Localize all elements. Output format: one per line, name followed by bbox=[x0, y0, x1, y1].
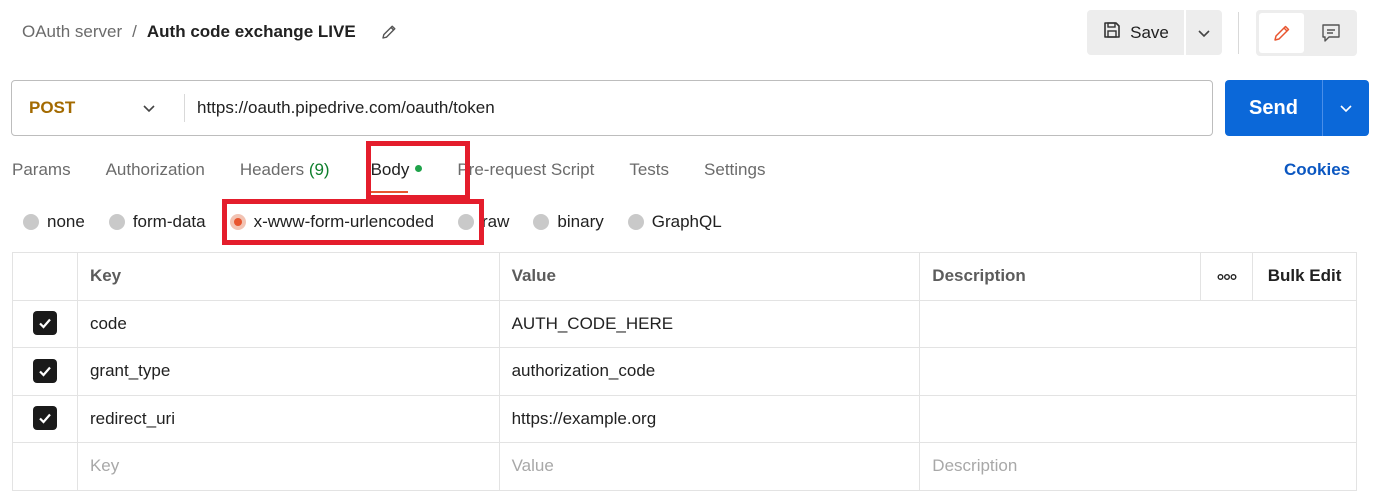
url-bar: POST https://oauth.pipedrive.com/oauth/t… bbox=[11, 80, 1213, 136]
tab-label: Headers bbox=[239, 160, 305, 179]
value-placeholder-input[interactable]: Value bbox=[498, 442, 921, 491]
tab-params[interactable]: Params bbox=[12, 160, 71, 184]
view-mode-toggle bbox=[1256, 10, 1357, 56]
cookies-link[interactable]: Cookies bbox=[1284, 160, 1350, 180]
save-options-button[interactable] bbox=[1186, 10, 1222, 55]
radio-label: GraphQL bbox=[651, 212, 722, 231]
breadcrumb-parent[interactable]: OAuth server bbox=[22, 22, 122, 42]
header-divider bbox=[1238, 12, 1239, 54]
header-description: Description bbox=[919, 252, 1202, 301]
row-key[interactable]: grant_type bbox=[76, 347, 500, 396]
table-header-row: Key Value Description Bulk Edit bbox=[12, 252, 1357, 301]
send-options-button[interactable] bbox=[1323, 101, 1369, 115]
row-value[interactable]: AUTH_CODE_HERE bbox=[498, 299, 921, 348]
highlight-box-urlencoded bbox=[222, 199, 484, 245]
header-checkbox-cell bbox=[12, 252, 78, 301]
bulk-edit-button[interactable]: Bulk Edit bbox=[1252, 252, 1357, 301]
radio-label: raw bbox=[482, 212, 510, 231]
request-title[interactable]: Auth code exchange LIVE bbox=[147, 22, 356, 42]
row-checkbox[interactable] bbox=[32, 358, 57, 383]
pencil-icon bbox=[1273, 25, 1289, 41]
check-icon bbox=[39, 366, 51, 377]
highlight-box-body-tab bbox=[366, 141, 470, 200]
headers-count: (9) bbox=[308, 160, 330, 179]
radio-circle bbox=[533, 214, 550, 230]
send-button[interactable]: Send bbox=[1225, 80, 1322, 136]
row-checkbox[interactable] bbox=[32, 406, 57, 431]
table-row: redirect_uri https://example.org bbox=[12, 394, 1357, 443]
send-group: Send bbox=[1225, 80, 1369, 136]
breadcrumb: OAuth server / Auth code exchange LIVE bbox=[22, 22, 398, 42]
save-label: Save bbox=[1130, 22, 1169, 42]
pencil-icon[interactable] bbox=[380, 23, 398, 41]
row-key[interactable]: redirect_uri bbox=[76, 394, 500, 443]
tab-label: Params bbox=[12, 160, 71, 179]
comments-mode-button[interactable] bbox=[1308, 13, 1353, 53]
tab-label: Tests bbox=[629, 160, 670, 179]
save-button[interactable]: Save bbox=[1087, 10, 1184, 55]
tab-authorization[interactable]: Authorization bbox=[106, 160, 205, 184]
chevron-down-icon bbox=[1340, 105, 1352, 113]
row-description[interactable] bbox=[919, 394, 1357, 443]
tab-tests[interactable]: Tests bbox=[629, 160, 669, 184]
row-description[interactable] bbox=[919, 347, 1357, 396]
radio-label: form-data bbox=[132, 212, 206, 231]
row-checkbox-cell bbox=[12, 347, 78, 396]
header-value: Value bbox=[498, 252, 921, 301]
check-icon bbox=[39, 414, 51, 424]
method-label: POST bbox=[29, 98, 76, 117]
radio-form-data[interactable]: form-data bbox=[108, 212, 206, 232]
save-group: Save bbox=[1087, 10, 1222, 55]
row-checkbox-cell bbox=[12, 299, 78, 348]
row-value[interactable]: authorization_code bbox=[498, 347, 921, 396]
radio-circle bbox=[627, 214, 644, 230]
radio-binary[interactable]: binary bbox=[533, 212, 604, 232]
save-icon bbox=[1102, 20, 1122, 45]
row-checkbox-cell bbox=[12, 442, 78, 491]
tab-settings[interactable]: Settings bbox=[704, 160, 765, 184]
radio-label: binary bbox=[557, 212, 604, 231]
radio-graphql[interactable]: GraphQL bbox=[627, 212, 722, 232]
comment-icon bbox=[1321, 24, 1340, 42]
radio-circle bbox=[108, 214, 125, 230]
method-select[interactable]: POST bbox=[12, 98, 184, 118]
header-key: Key bbox=[76, 252, 500, 301]
more-options-icon[interactable] bbox=[1200, 252, 1254, 301]
tab-label: Settings bbox=[704, 160, 766, 179]
tab-label: Pre-request Script bbox=[457, 160, 595, 179]
table-row: grant_type authorization_code bbox=[12, 347, 1357, 396]
row-checkbox-cell bbox=[12, 394, 78, 443]
row-value[interactable]: https://example.org bbox=[498, 394, 921, 443]
row-key[interactable]: code bbox=[76, 299, 500, 348]
chevron-down-icon bbox=[1198, 29, 1210, 37]
key-value-table: Key Value Description Bulk Edit code AUT… bbox=[12, 252, 1357, 491]
breadcrumb-separator: / bbox=[132, 22, 137, 41]
row-checkbox[interactable] bbox=[32, 311, 57, 336]
tab-headers[interactable]: Headers (9) bbox=[240, 160, 330, 184]
radio-circle bbox=[23, 214, 39, 230]
radio-label: none bbox=[47, 212, 85, 231]
chevron-down-icon bbox=[143, 105, 155, 113]
edit-mode-button[interactable] bbox=[1259, 13, 1304, 53]
table-row-empty: Key Value Description bbox=[12, 442, 1357, 491]
tab-label: Authorization bbox=[105, 160, 205, 179]
radio-none[interactable]: none bbox=[23, 212, 85, 232]
check-icon bbox=[39, 319, 51, 329]
tab-pre-request-script[interactable]: Pre-request Script bbox=[457, 160, 594, 184]
url-input[interactable]: https://oauth.pipedrive.com/oauth/token bbox=[185, 98, 1212, 118]
table-row: code AUTH_CODE_HERE bbox=[12, 299, 1357, 348]
key-placeholder-input[interactable]: Key bbox=[76, 442, 500, 491]
row-description[interactable] bbox=[919, 299, 1357, 348]
description-placeholder-input[interactable]: Description bbox=[919, 442, 1357, 491]
